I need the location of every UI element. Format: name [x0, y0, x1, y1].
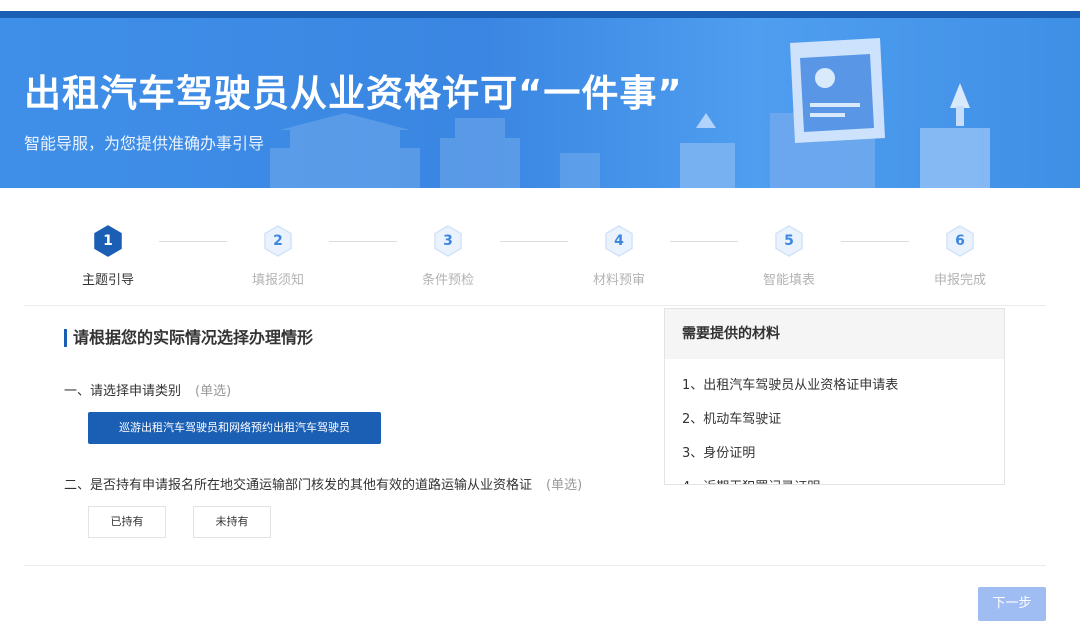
step-connector — [499, 241, 568, 242]
step-label: 填报须知 — [251, 273, 304, 288]
step-number: 2 — [273, 233, 283, 249]
materials-title: 需要提供的材料 — [665, 309, 1004, 359]
material-item: 3、身份证明 — [682, 446, 756, 461]
section-title: 请根据您的实际情况选择办理情形 — [64, 329, 313, 347]
step-label: 智能填表 — [762, 273, 815, 288]
step-6: 6 申报完成 — [900, 225, 1020, 288]
question-2-hint: (单选) — [546, 478, 583, 493]
question-1-label: 一、请选择申请类别 — [64, 384, 182, 399]
step-label: 主题引导 — [81, 273, 134, 288]
step-label: 材料预审 — [592, 273, 645, 288]
materials-panel: 需要提供的材料 1、出租汽车驾驶员从业资格证申请表 2、机动车驾驶证 3、身份证… — [664, 308, 1005, 485]
step-connector — [840, 241, 909, 242]
step-label: 条件预检 — [421, 273, 474, 288]
divider — [24, 305, 1046, 306]
step-hexagon-icon: 5 — [775, 225, 803, 257]
page-title: 出租汽车驾驶员从业资格许可“一件事” — [24, 72, 683, 115]
step-number: 1 — [103, 233, 113, 249]
material-item: 4、近期无犯罪记录证明 — [682, 474, 1004, 484]
step-5: 5 智能填表 — [729, 225, 849, 288]
option-no-certificate-button[interactable]: 未持有 — [193, 506, 271, 538]
option-has-certificate-button[interactable]: 已持有 — [88, 506, 166, 538]
question-2-label: 二、是否持有申请报名所在地交通运输部门核发的其他有效的道路运输从业资格证 — [64, 478, 533, 493]
question-1-hint: (单选) — [195, 384, 232, 399]
step-hexagon-icon: 6 — [946, 225, 974, 257]
step-number: 4 — [614, 233, 624, 249]
step-hexagon-icon: 4 — [605, 225, 633, 257]
step-1: 1 主题引导 — [48, 225, 168, 288]
material-item: 1、出租汽车驾驶员从业资格证申请表 — [682, 378, 899, 393]
step-3: 3 条件预检 — [388, 225, 508, 288]
step-hexagon-icon: 1 — [94, 225, 122, 257]
step-number: 5 — [784, 233, 794, 249]
question-1: 一、请选择申请类别 (单选) — [64, 380, 231, 399]
materials-list[interactable]: 1、出租汽车驾驶员从业资格证申请表 2、机动车驾驶证 3、身份证明 4、近期无犯… — [665, 359, 1004, 484]
step-number: 3 — [443, 233, 453, 249]
step-4: 4 材料预审 — [559, 225, 679, 288]
divider — [24, 565, 1046, 566]
banner-illustration — [680, 38, 990, 188]
step-label: 申报完成 — [933, 273, 986, 288]
step-hexagon-icon: 3 — [434, 225, 462, 257]
step-connector — [159, 241, 227, 242]
category-option-button[interactable]: 巡游出租汽车驾驶员和网络预约出租汽车驾驶员 — [88, 412, 381, 444]
next-step-button[interactable]: 下一步 — [978, 587, 1046, 621]
step-number: 6 — [955, 233, 965, 249]
step-hexagon-icon: 2 — [264, 225, 292, 257]
question-2: 二、是否持有申请报名所在地交通运输部门核发的其他有效的道路运输从业资格证 (单选) — [64, 474, 582, 493]
top-bar — [0, 0, 1080, 11]
step-connector — [329, 241, 397, 242]
step-connector — [670, 241, 738, 242]
page-subtitle: 智能导服，为您提供准确办事引导 — [24, 134, 265, 153]
banner: 出租汽车驾驶员从业资格许可“一件事” 智能导服，为您提供准确办事引导 — [0, 11, 1080, 188]
step-progress: 1 主题引导 2 填报须知 3 条件预检 4 材料预审 5 智能填表 6 申报完成 — [0, 225, 1080, 295]
material-item: 2、机动车驾驶证 — [682, 412, 782, 427]
step-2: 2 填报须知 — [218, 225, 338, 288]
